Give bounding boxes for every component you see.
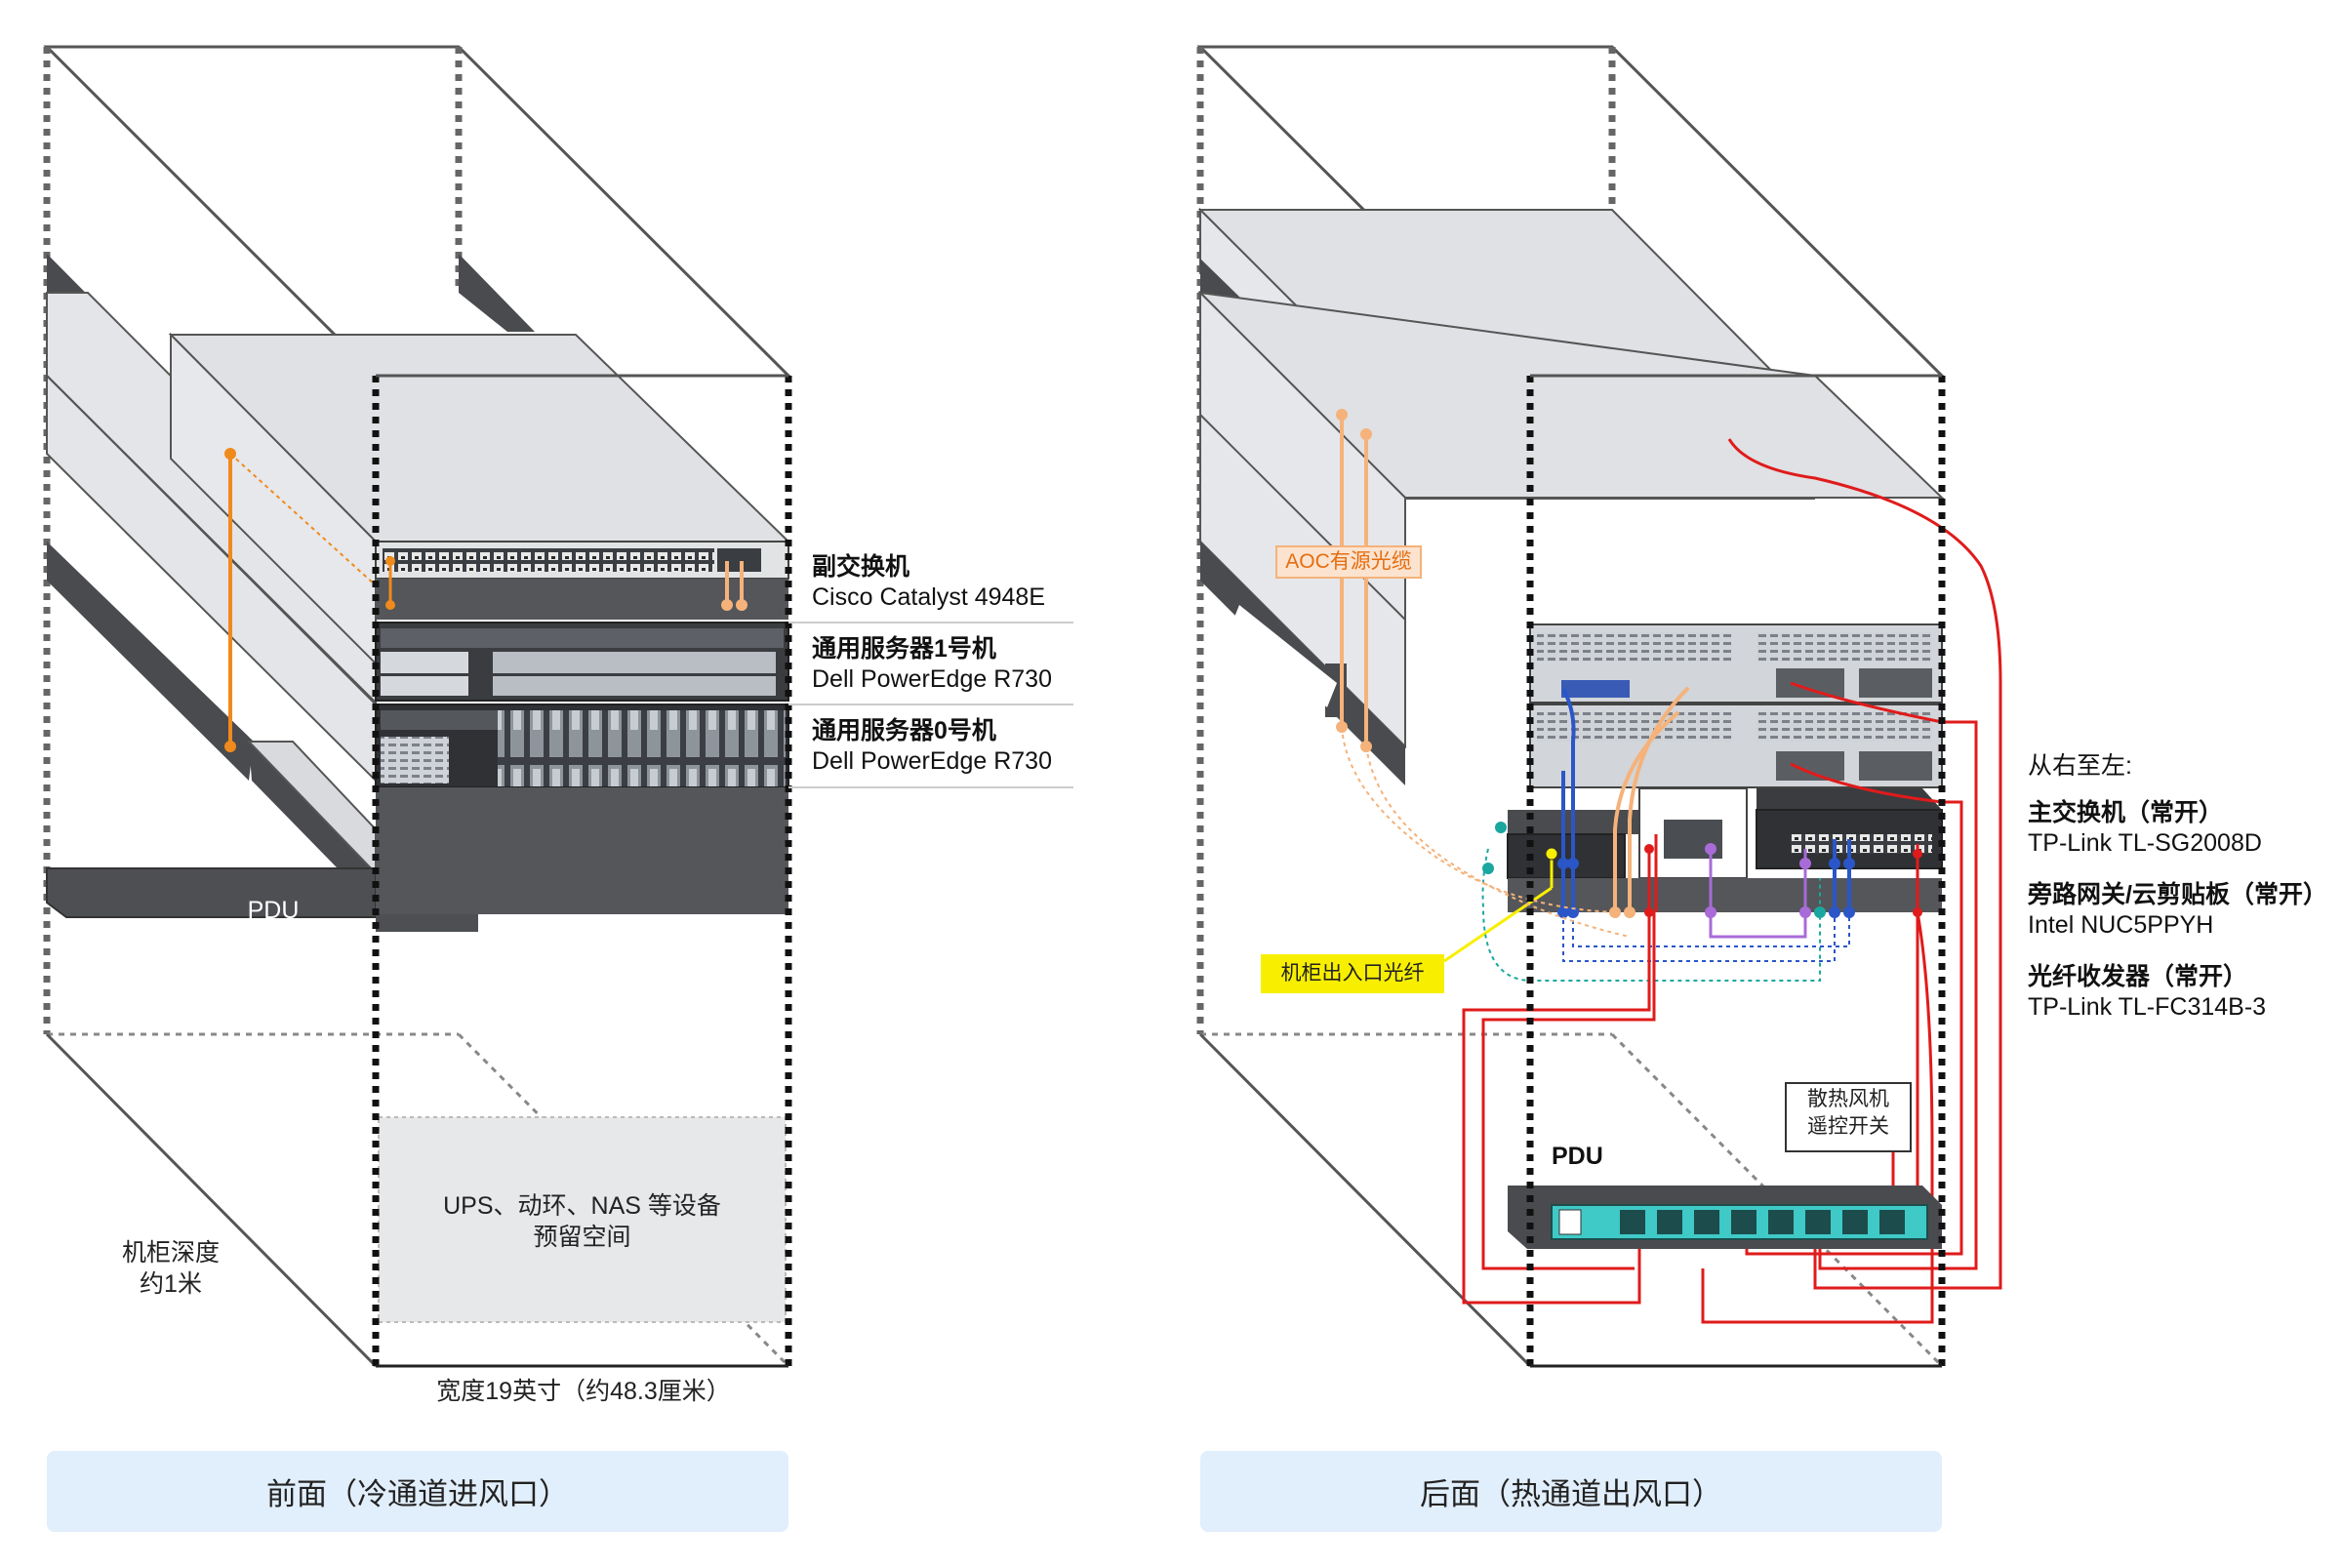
fan-switch-line2: 遥控开关 — [1807, 1115, 1889, 1138]
rack-diagram — [0, 0, 2342, 1563]
dell-server-0-vents — [1537, 712, 1732, 742]
reserved-label-line2: 预留空间 — [533, 1224, 631, 1251]
device-model: Dell PowerEdge R730 — [812, 747, 1052, 775]
back-device-label: 主交换机（常开） TP-Link TL-SG2008D — [2028, 798, 2262, 859]
device-model: Dell PowerEdge R730 — [812, 665, 1052, 693]
front-pdu — [46, 867, 377, 918]
width-label: 宽度19英寸（约48.3厘米） — [436, 1378, 731, 1405]
dell-server-0-psu — [1776, 751, 1844, 781]
dell-server-1-vents — [1756, 632, 1932, 662]
purple-connector — [1799, 906, 1811, 918]
front-device-label: 通用服务器1号机 Dell PowerEdge R730 — [812, 634, 1052, 695]
back-rack-floor-edge — [1198, 1032, 1532, 1368]
fiber-converter — [1507, 833, 1626, 879]
front-aoc-connector — [736, 599, 747, 611]
dell-server-1-bezel — [381, 628, 784, 648]
fiber-cable — [1443, 886, 1553, 963]
dell-server-1-vents — [1537, 632, 1732, 662]
cisco-switch-uplinks — [717, 548, 761, 572]
cisco-switch-ports — [383, 548, 714, 572]
front-blank-space — [376, 787, 788, 914]
teal-connector — [1495, 822, 1507, 833]
purple-connector — [1705, 906, 1716, 918]
device-model: TP-Link TL-FC314B-3 — [2028, 993, 2267, 1021]
device-name: 光纤收发器（常开） — [2028, 963, 2248, 990]
aoc-label: AOC有源光缆 — [1285, 550, 1412, 573]
back-pdu-switch — [1558, 1209, 1582, 1235]
back-caption: 后面（热通道出风口） — [1200, 1451, 1942, 1532]
front-aoc-connector — [224, 741, 236, 752]
device-model: Intel NUC5PPYH — [2028, 911, 2214, 939]
device-model: TP-Link TL-SG2008D — [2028, 829, 2262, 857]
front-aoc-connector — [721, 599, 733, 611]
dell-server-0-panel — [381, 710, 498, 730]
device-name: 旁路网关/云剪贴板（常开） — [2028, 881, 2327, 908]
reserved-label-line1: UPS、动环、NAS 等设备 — [443, 1192, 721, 1220]
dell-server-1-bay — [381, 676, 468, 696]
back-pdu-label: PDU — [1552, 1143, 1603, 1170]
back-device-label: 光纤收发器（常开） TP-Link TL-FC314B-3 — [2028, 962, 2266, 1023]
fiber-connector — [1545, 847, 1558, 861]
front-device-label: 副交换机 Cisco Catalyst 4948E — [812, 552, 1045, 613]
depth-label-line2: 约1米 — [140, 1270, 202, 1298]
dell-server-1-psu — [1776, 668, 1844, 698]
dell-server-0-psu — [1859, 751, 1932, 781]
front-rack-floor-edge — [45, 1032, 378, 1368]
dell-server-0-vents — [1756, 712, 1932, 742]
device-model: Cisco Catalyst 4948E — [812, 583, 1046, 611]
device-name: 主交换机（常开） — [2028, 799, 2224, 826]
back-device-label: 旁路网关/云剪贴板（常开） Intel NUC5PPYH — [2028, 880, 2327, 941]
front-rack — [43, 45, 1073, 1368]
front-pdu-label: PDU — [247, 897, 300, 924]
purple-connector — [1705, 843, 1716, 855]
dell-server-1-ports — [1561, 680, 1630, 698]
rack-diagram-svg — [43, 45, 2002, 1368]
teal-connector — [1814, 906, 1826, 918]
dell-server-1-bay — [381, 652, 468, 673]
device-name: 副交换机 — [812, 553, 910, 581]
dell-server-1-drives — [493, 676, 776, 696]
tplink-switch-ports — [1791, 834, 1932, 854]
purple-connector — [1799, 858, 1811, 869]
fiber-label: 机柜出入口光纤 — [1280, 962, 1425, 985]
dell-server-1-drives — [493, 652, 776, 673]
order-title: 从右至左: — [2028, 752, 2132, 780]
teal-connector — [1482, 863, 1494, 874]
dell-server-1-psu — [1859, 668, 1932, 698]
device-name: 通用服务器0号机 — [812, 717, 996, 744]
dell-server-0-vent — [381, 737, 449, 784]
front-caption: 前面（冷通道进风口） — [47, 1451, 788, 1532]
front-device-label: 通用服务器0号机 Dell PowerEdge R730 — [812, 716, 1052, 777]
device-name: 通用服务器1号机 — [812, 635, 996, 663]
front-rack-top — [43, 45, 792, 378]
depth-label-line1: 机柜深度 — [121, 1239, 220, 1266]
dell-server-0-drives — [498, 710, 786, 786]
fan-switch-line1: 散热风机 — [1807, 1088, 1889, 1110]
